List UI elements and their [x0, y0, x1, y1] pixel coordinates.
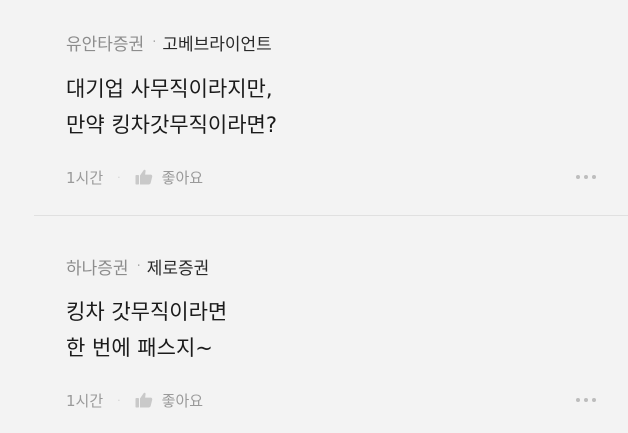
comment-time: 1시간: [66, 391, 104, 410]
footer-separator: ·: [117, 393, 121, 407]
more-options-button[interactable]: [576, 394, 596, 406]
more-options-button[interactable]: [576, 171, 596, 183]
comment-author[interactable]: 하나증권: [66, 254, 129, 279]
comment-line: 킹차 갓무직이라면: [66, 300, 228, 324]
comment-card: 유안타증권 · 고베브라이언트 대기업 사무직이라지만, 만약 킹차갓무직이라면…: [0, 0, 628, 216]
like-label: 좋아요: [161, 391, 204, 410]
comment-body: 킹차 갓무직이라면 한 번에 패스지~: [66, 294, 227, 366]
comment-meta: 하나증권 · 제로증권: [66, 254, 210, 279]
comment-company[interactable]: 제로증권: [147, 254, 210, 279]
more-dot: [592, 398, 596, 402]
meta-separator: ·: [136, 258, 141, 274]
more-dot: [584, 398, 588, 402]
more-dot: [576, 398, 580, 402]
more-dot: [584, 175, 588, 179]
like-button[interactable]: 좋아요: [135, 167, 203, 188]
comment-time: 1시간: [66, 168, 104, 187]
thumbs-up-icon: [135, 169, 153, 185]
comment-line: 만약 킹차갓무직이라면?: [66, 113, 278, 137]
comment-author[interactable]: 유안타증권: [66, 30, 144, 55]
comment-company[interactable]: 고베브라이언트: [162, 30, 271, 55]
comment-line: 한 번에 패스지~: [66, 336, 213, 360]
comment-divider: [34, 215, 628, 216]
comment-meta: 유안타증권 · 고베브라이언트: [66, 30, 272, 55]
thumbs-up-icon: [135, 392, 153, 408]
more-dot: [592, 175, 596, 179]
like-label: 좋아요: [161, 168, 204, 187]
more-dot: [576, 175, 580, 179]
like-button[interactable]: 좋아요: [135, 390, 203, 411]
comment-card: 하나증권 · 제로증권 킹차 갓무직이라면 한 번에 패스지~ 1시간 · 좋아…: [0, 217, 628, 433]
comment-body: 대기업 사무직이라지만, 만약 킹차갓무직이라면?: [66, 71, 277, 143]
footer-separator: ·: [117, 170, 121, 184]
comment-footer: 1시간 · 좋아요: [66, 388, 596, 412]
comment-footer: 1시간 · 좋아요: [66, 165, 596, 189]
comment-line: 대기업 사무직이라지만,: [66, 77, 273, 101]
meta-separator: ·: [152, 34, 157, 50]
